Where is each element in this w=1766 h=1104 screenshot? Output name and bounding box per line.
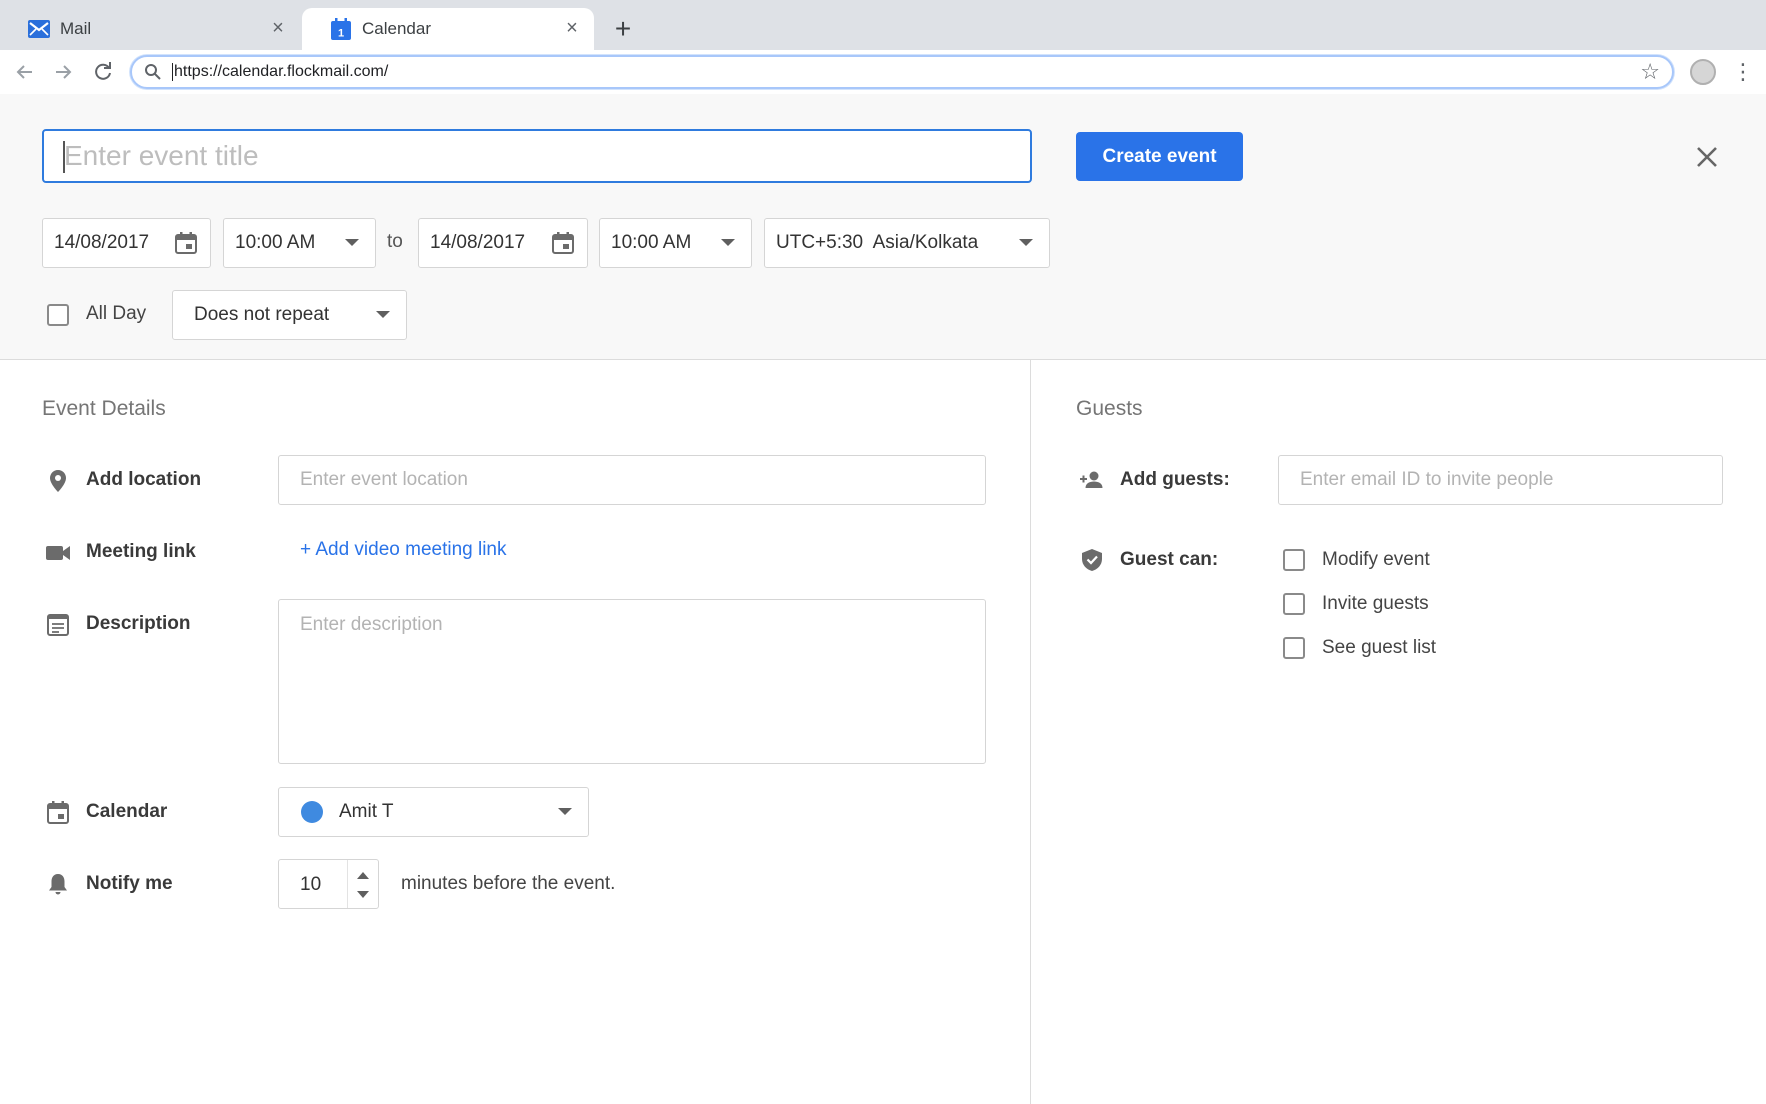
location-input[interactable] (278, 455, 986, 505)
create-event-button[interactable]: Create event (1076, 132, 1243, 181)
calendar-name: Amit T (339, 801, 394, 822)
guests-heading: Guests (1076, 397, 1143, 420)
to-label: to (387, 231, 403, 252)
browser-menu-icon[interactable]: ⋮ (1732, 59, 1754, 85)
tab-mail-close-icon[interactable]: × (268, 18, 288, 38)
calendar-picker-icon[interactable] (174, 231, 198, 255)
guest-email-input[interactable] (1278, 455, 1723, 505)
calendar-select[interactable]: Amit T (278, 787, 589, 837)
svg-text:1: 1 (338, 28, 344, 40)
see-guest-list-label: See guest list (1322, 637, 1437, 658)
all-day-checkbox[interactable] (47, 304, 69, 326)
modify-event-checkbox[interactable] (1283, 549, 1305, 571)
description-textarea[interactable] (278, 599, 986, 764)
url-text: https://calendar.flockmail.com/ (172, 63, 389, 81)
chevron-down-icon (345, 239, 359, 246)
event-header-panel: Create event 14/08/2017 10:00 AM to 14/0… (0, 94, 1766, 360)
start-time-select[interactable]: 10:00 AM (223, 218, 376, 268)
start-time-value: 10:00 AM (235, 232, 316, 253)
new-tab-plus-icon[interactable]: + (608, 14, 638, 44)
invite-guests-label: Invite guests (1322, 593, 1429, 614)
forward-arrow-icon[interactable] (50, 59, 76, 85)
start-date-value: 14/08/2017 (54, 232, 150, 253)
event-details-heading: Event Details (42, 397, 166, 420)
increment-arrow-icon[interactable] (357, 872, 369, 879)
tab-calendar-close-icon[interactable]: × (562, 18, 582, 38)
description-label: Description (86, 613, 191, 634)
notify-minutes-value: 10 (300, 874, 322, 895)
all-day-label: All Day (86, 303, 147, 324)
calendar-favicon-icon: 1 (330, 18, 352, 40)
timezone-value: UTC+5:30 Asia/Kolkata (776, 232, 979, 253)
shield-icon (1079, 547, 1105, 573)
profile-avatar-icon[interactable] (1690, 59, 1716, 85)
mail-icon (28, 18, 50, 40)
tab-calendar[interactable]: 1 Calendar × (302, 8, 594, 50)
add-person-icon (1079, 467, 1105, 493)
search-icon (144, 63, 162, 81)
see-guest-list-checkbox[interactable] (1283, 637, 1305, 659)
bookmark-star-icon[interactable]: ☆ (1640, 60, 1660, 84)
location-label: Add location (86, 469, 202, 490)
end-time-select[interactable]: 10:00 AM (599, 218, 752, 268)
text-cursor (63, 141, 65, 173)
reload-icon[interactable] (90, 59, 116, 85)
tab-calendar-label: Calendar (362, 19, 431, 38)
tab-mail[interactable]: Mail × (0, 8, 300, 50)
tab-mail-label: Mail (60, 19, 92, 38)
browser-toolbar: https://calendar.flockmail.com/ ☆ ⋮ (0, 50, 1766, 94)
calendar-picker-icon[interactable] (551, 231, 575, 255)
repeat-select[interactable]: Does not repeat (172, 290, 407, 340)
end-date-value: 14/08/2017 (430, 232, 526, 253)
stepper-buttons (347, 860, 379, 908)
notify-minutes-stepper[interactable]: 10 (278, 859, 379, 909)
back-arrow-icon[interactable] (12, 59, 38, 85)
start-date-field[interactable]: 14/08/2017 (42, 218, 211, 268)
end-time-value: 10:00 AM (611, 232, 692, 253)
chevron-down-icon (1019, 239, 1033, 246)
calendar-color-dot (301, 801, 323, 823)
bell-icon (45, 871, 71, 897)
meeting-link-label: Meeting link (86, 541, 196, 562)
browser-tab-strip: Mail × 1 Calendar × + (0, 0, 1766, 50)
address-bar[interactable]: https://calendar.flockmail.com/ ☆ (130, 55, 1674, 89)
description-icon (45, 611, 71, 637)
add-video-meeting-link[interactable]: + Add video meeting link (300, 539, 507, 561)
invite-guests-checkbox[interactable] (1283, 593, 1305, 615)
calendar-icon (45, 799, 71, 825)
notify-suffix-text: minutes before the event. (401, 873, 616, 894)
calendar-label: Calendar (86, 801, 168, 822)
repeat-value: Does not repeat (194, 304, 330, 325)
chevron-down-icon (558, 808, 572, 815)
timezone-select[interactable]: UTC+5:30 Asia/Kolkata (764, 218, 1050, 268)
add-guests-label: Add guests: (1120, 469, 1230, 490)
notify-label: Notify me (86, 873, 173, 894)
close-icon[interactable] (1690, 140, 1724, 174)
video-camera-icon (45, 540, 71, 566)
chevron-down-icon (376, 311, 390, 318)
event-title-input[interactable] (42, 129, 1032, 183)
chevron-down-icon (721, 239, 735, 246)
column-divider (1030, 360, 1031, 1104)
decrement-arrow-icon[interactable] (357, 891, 369, 898)
location-pin-icon (45, 468, 71, 494)
modify-event-label: Modify event (1322, 549, 1430, 570)
end-date-field[interactable]: 14/08/2017 (418, 218, 588, 268)
guest-can-label: Guest can: (1120, 549, 1219, 570)
